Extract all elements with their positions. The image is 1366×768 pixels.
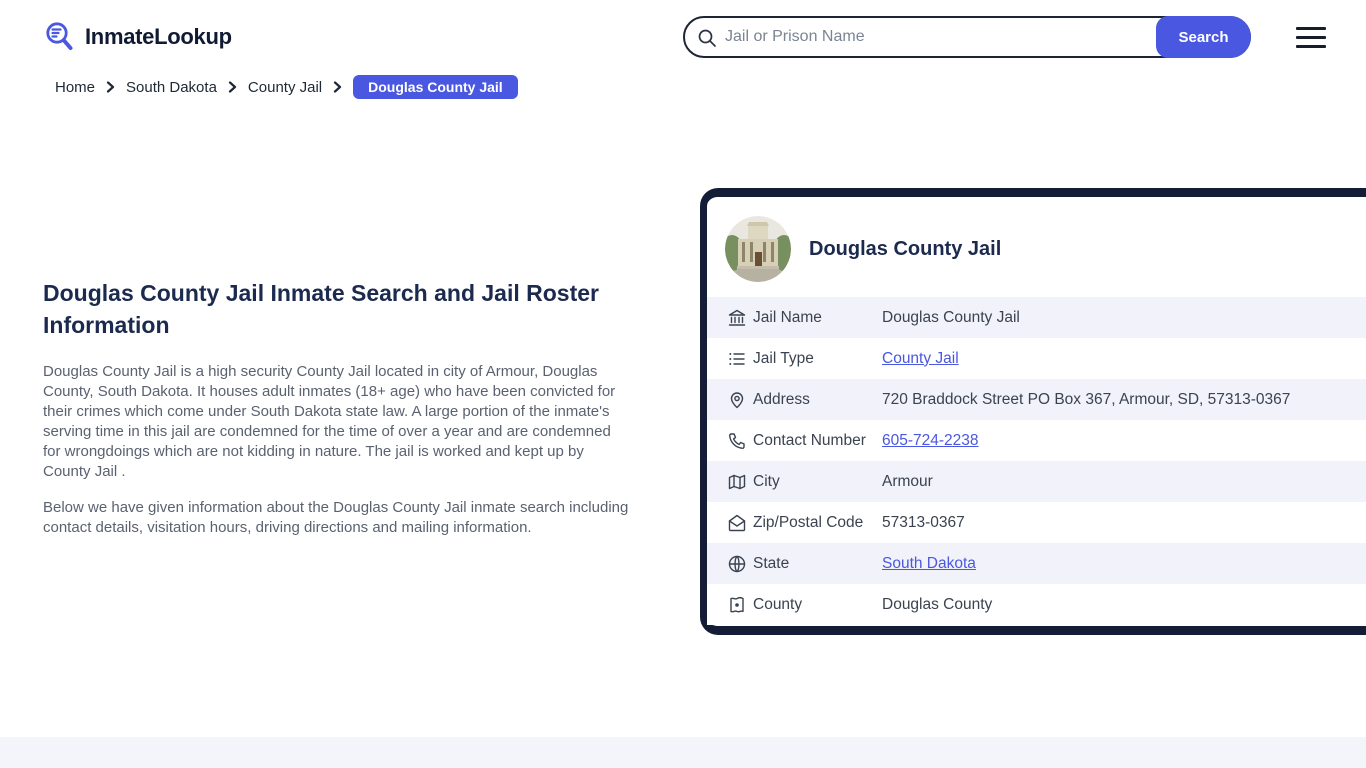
row-value[interactable]: County Jail [882, 350, 959, 368]
row-label: Address [753, 390, 810, 408]
row-value: Douglas County Jail [882, 308, 1020, 326]
row-label: City [753, 472, 780, 490]
search-button[interactable]: Search [1156, 16, 1251, 58]
jail-search-bar: Search [683, 16, 1251, 58]
breadcrumb-jail-type[interactable]: County Jail [248, 79, 322, 96]
row-value: 720 Braddock Street PO Box 367, Armour, … [882, 390, 1291, 408]
map-pin-icon [727, 390, 747, 410]
table-row: Address 720 Braddock Street PO Box 367, A… [707, 379, 1366, 420]
breadcrumb: Home South Dakota County Jail Douglas Co… [55, 75, 518, 99]
menu-icon[interactable] [1296, 27, 1326, 48]
jail-info-table: Jail Name Douglas County Jail Jail Type Cou… [707, 297, 1366, 625]
breadcrumb-state[interactable]: South Dakota [126, 79, 217, 96]
jail-card-header: Douglas County Jail [707, 197, 1366, 297]
table-row: Jail Type County Jail [707, 338, 1366, 379]
row-value: Armour [882, 472, 933, 490]
row-value[interactable]: 605-724-2238 [882, 432, 979, 450]
row-label: State [753, 554, 790, 572]
jail-info-card: Douglas County Jail Jail Name Douglas Cou… [700, 188, 1366, 635]
table-row: Contact Number 605-724-2238 [707, 420, 1366, 461]
row-value: Douglas County [882, 595, 993, 613]
county-map-icon [727, 595, 747, 615]
chevron-right-icon [228, 81, 237, 93]
list-icon [727, 349, 747, 369]
jail-building-photo [725, 216, 791, 282]
footer-strip [0, 737, 1366, 768]
chevron-right-icon [333, 81, 342, 93]
intro-paragraph: Douglas County Jail is a high security C… [43, 363, 616, 480]
landmark-icon [727, 308, 747, 328]
jail-card-title: Douglas County Jail [809, 237, 1002, 260]
table-row: City Armour [707, 461, 1366, 502]
info-paragraph: Below we have given information about th… [43, 499, 629, 536]
row-label: Contact Number [753, 431, 866, 449]
envelope-open-icon [727, 513, 747, 533]
row-label: County [753, 595, 803, 613]
inmatelookup-logo-icon [43, 20, 77, 54]
inmatelookup-logo[interactable]: InmateLookup [43, 20, 232, 54]
breadcrumb-home[interactable]: Home [55, 79, 95, 96]
globe-icon [727, 554, 747, 574]
chevron-right-icon [106, 81, 115, 93]
article-content: Douglas County Jail Inmate Search and Ja… [43, 277, 631, 538]
table-row: County Douglas County [707, 584, 1366, 625]
table-row: Jail Name Douglas County Jail [707, 297, 1366, 338]
breadcrumb-current-badge: Douglas County Jail [353, 75, 518, 99]
search-input[interactable] [725, 18, 1125, 56]
phone-icon [727, 431, 747, 451]
page-title: Douglas County Jail Inmate Search and Ja… [43, 280, 599, 338]
table-row: Zip/Postal Code 57313-0367 [707, 502, 1366, 543]
table-row: State South Dakota [707, 543, 1366, 584]
row-value: 57313-0367 [882, 513, 965, 531]
row-label: Jail Type [753, 349, 814, 367]
row-value[interactable]: South Dakota [882, 555, 976, 573]
map-icon [727, 472, 747, 492]
search-icon [697, 28, 717, 48]
row-label: Jail Name [753, 308, 822, 326]
row-label: Zip/Postal Code [753, 513, 864, 531]
logo-text: InmateLookup [85, 24, 232, 49]
